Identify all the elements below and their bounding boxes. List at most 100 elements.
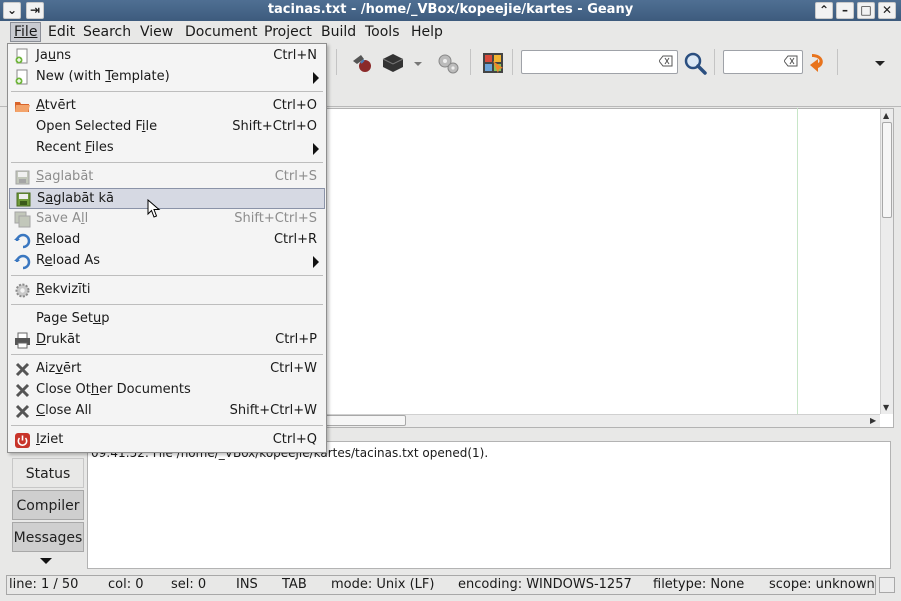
message-window[interactable]	[87, 441, 891, 569]
menu-separator	[11, 91, 323, 92]
goto-jump-arrow-icon[interactable]	[806, 51, 830, 75]
toolbar-overflow-chevron-icon[interactable]	[870, 51, 890, 75]
status-sel: sel: 0	[171, 577, 207, 592]
menu-project-label: Project	[264, 24, 312, 40]
file-menu-item-atvērt[interactable]: Atvērt Ctrl+O	[9, 96, 325, 117]
menu-build[interactable]: Build	[318, 22, 359, 42]
menu-file-label: File	[14, 24, 38, 40]
menu-project[interactable]: Project	[261, 22, 315, 42]
menu-separator	[11, 162, 323, 163]
file-menu-item-shortcut: Shift+Ctrl+S	[234, 211, 317, 226]
window-title: tacinas.txt - /home/_VBox/kopeejie/karte…	[267, 2, 634, 17]
menu-search[interactable]: Search	[80, 22, 134, 42]
file-menu-item-shortcut: Shift+Ctrl+O	[232, 119, 317, 134]
tab-status[interactable]: Status	[12, 458, 84, 488]
menu-separator	[11, 275, 323, 276]
toolbar-separator	[336, 49, 337, 75]
file-menu-item-reload[interactable]: Reload Ctrl+R	[9, 230, 325, 251]
window-shade-icon[interactable]: ⌃	[815, 2, 833, 19]
submenu-arrow-icon	[313, 143, 319, 155]
tab-compiler[interactable]: Compiler	[12, 490, 84, 520]
file-menu-item-label: Rekvizīti	[36, 282, 91, 297]
file-menu-item-label: Open Selected File	[36, 119, 158, 134]
file-menu-item-open-selected-file[interactable]: Open Selected File Shift+Ctrl+O	[9, 117, 325, 138]
file-menu-item-label: Page Setup	[36, 311, 110, 326]
search-icon[interactable]	[683, 51, 707, 75]
toolbar-separator	[512, 49, 513, 75]
toolbar-separator	[470, 49, 471, 75]
menu-file[interactable]: File	[10, 22, 42, 42]
file-menu-item-jauns[interactable]: Jauns Ctrl+N	[9, 46, 325, 67]
status-filetype: filetype: None	[653, 577, 745, 592]
color-chooser-icon[interactable]	[481, 51, 505, 75]
scroll-up-arrow-icon[interactable]: ▲	[883, 111, 889, 120]
file-menu-item-reload-as[interactable]: Reload As	[9, 251, 325, 272]
menu-separator	[11, 425, 323, 426]
file-menu-item-drukāt[interactable]: Drukāt Ctrl+P	[9, 330, 325, 351]
search-clear-icon[interactable]	[659, 55, 673, 67]
file-menu-item-shortcut: Shift+Ctrl+W	[229, 403, 317, 418]
build-dropdown-chevron-icon[interactable]	[412, 51, 424, 75]
search-input[interactable]	[521, 50, 678, 74]
menu-document[interactable]: Document	[182, 22, 261, 42]
menu-separator	[11, 304, 323, 305]
file-menu-item-label: Close Other Documents	[36, 382, 191, 397]
toolbar-separator	[837, 49, 838, 75]
file-menu-item-label: Saglabāt kā	[37, 191, 115, 206]
file-menu-item-recent-files[interactable]: Recent Files	[9, 138, 325, 159]
scroll-right-arrow-icon[interactable]: ▶	[870, 416, 876, 425]
file-menu-item-shortcut: Ctrl+S	[274, 169, 317, 184]
execute-gears-icon[interactable]	[436, 51, 460, 75]
menu-help-label: Help	[411, 24, 443, 40]
file-menu-item-shortcut: Ctrl+W	[270, 361, 317, 376]
tab-messages[interactable]: Messages	[12, 522, 84, 552]
menu-search-label: Search	[83, 24, 132, 40]
menu-help[interactable]: Help	[408, 22, 446, 42]
mouse-pointer-icon	[147, 199, 161, 218]
file-menu-item-label: Jauns	[36, 48, 72, 63]
minimize-button[interactable]: –	[836, 2, 854, 19]
file-menu-item-label: Atvērt	[36, 98, 76, 113]
new-document-icon	[15, 48, 28, 64]
resize-grip[interactable]	[879, 577, 895, 593]
file-menu-item-label: Recent Files	[36, 140, 114, 155]
compile-icon[interactable]	[350, 51, 374, 75]
menu-edit[interactable]: Edit	[45, 22, 78, 42]
goto-line-input[interactable]	[723, 50, 803, 74]
status-line: line: 1 / 50	[9, 577, 79, 592]
vertical-scroll-thumb[interactable]	[882, 122, 892, 218]
goto-clear-icon[interactable]	[784, 55, 798, 67]
quit-icon	[15, 433, 30, 448]
file-menu-item-rekvizīti[interactable]: Rekvizīti	[9, 280, 325, 301]
file-menu-item-label: Save All	[36, 211, 89, 226]
long-line-marker	[797, 108, 798, 414]
new-template-icon	[15, 69, 28, 85]
close-others-icon	[15, 383, 30, 398]
close-window-button[interactable]: ✕	[878, 2, 896, 19]
menu-separator	[11, 354, 323, 355]
file-menu-item-aizvērt[interactable]: Aizvērt Ctrl+W	[9, 359, 325, 380]
file-menu-item-page-setup[interactable]: Page Setup	[9, 309, 325, 330]
file-menu-item-label: Close All	[36, 403, 92, 418]
more-tabs-chevron-icon[interactable]	[38, 556, 54, 566]
file-menu-item-close-other-documents[interactable]: Close Other Documents	[9, 380, 325, 401]
open-folder-icon	[15, 102, 30, 112]
file-menu-item-shortcut: Ctrl+Q	[272, 432, 317, 447]
menu-edit-label: Edit	[48, 24, 76, 40]
menu-tools[interactable]: Tools	[362, 22, 403, 42]
build-icon[interactable]	[381, 51, 405, 75]
reload-icon	[14, 233, 31, 249]
title-bar: ⌄ ⇥ tacinas.txt - /home/_VBox/kopeejie/k…	[0, 0, 901, 21]
file-menu-item-iziet[interactable]: Iziet Ctrl+Q	[9, 430, 325, 451]
menu-view[interactable]: View	[137, 22, 176, 42]
reload-as-icon	[14, 254, 31, 270]
scroll-down-arrow-icon[interactable]: ▼	[883, 403, 889, 412]
file-menu-item-close-all[interactable]: Close All Shift+Ctrl+W	[9, 401, 325, 422]
maximize-button[interactable]: □	[857, 2, 875, 19]
file-menu-item-shortcut: Ctrl+N	[273, 48, 317, 63]
file-menu-item-new-with-template[interactable]: New (with Template)	[9, 67, 325, 88]
file-menu-item-saglabāt: Saglabāt Ctrl+S	[9, 167, 325, 188]
file-menu-item-saglabāt-kā[interactable]: Saglabāt kā	[9, 188, 325, 209]
properties-gear-icon	[15, 283, 30, 298]
file-menu-item-label: Saglabāt	[36, 169, 94, 184]
